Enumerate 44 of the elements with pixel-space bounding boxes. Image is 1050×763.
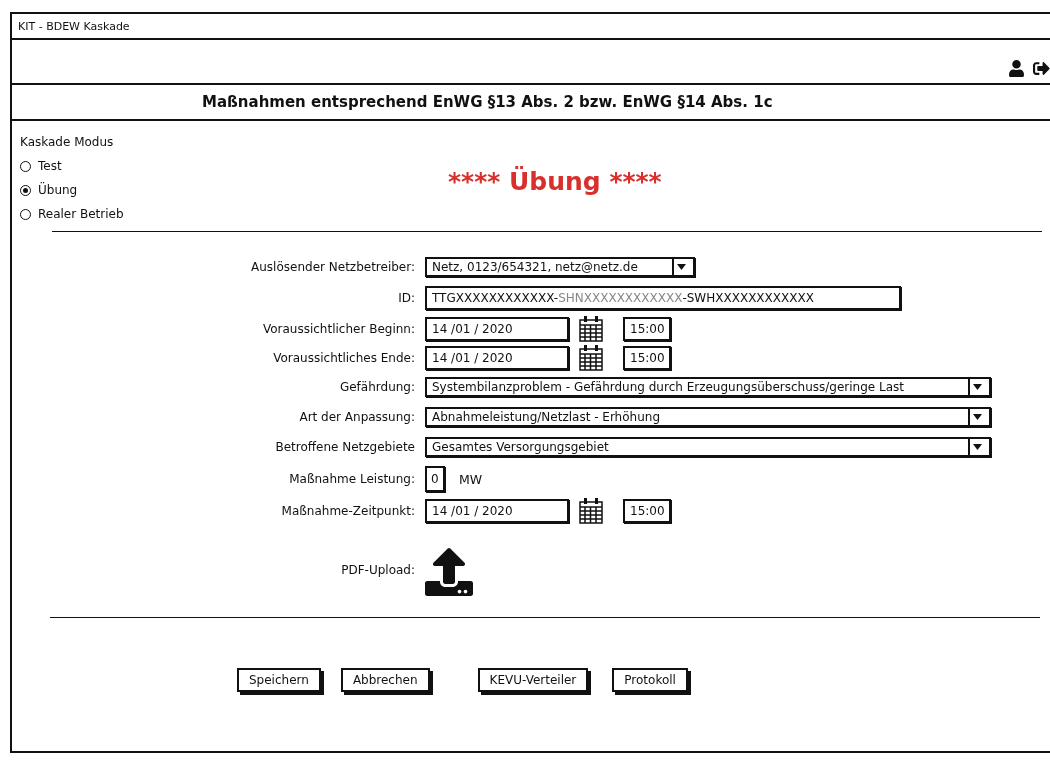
- time-field[interactable]: 15:00: [623, 498, 671, 523]
- sign-out-icon[interactable]: [1033, 60, 1050, 77]
- page-title: Maßnahmen entsprechend EnWG §13 Abs. 2 bzw. EnWG §14 Abs. 1c: [10, 83, 1050, 121]
- time-field[interactable]: 15:00: [623, 345, 671, 370]
- mode-title: **** Übung ****: [448, 167, 662, 198]
- radio-label[interactable]: Test: [38, 159, 62, 173]
- action-button[interactable]: KEVU-Verteiler: [477, 668, 589, 692]
- time-field[interactable]: 15:00: [623, 316, 671, 341]
- date-field[interactable]: 14 /01 / 2020: [425, 345, 569, 370]
- action-button[interactable]: Speichern: [237, 668, 321, 692]
- action-button[interactable]: Abbrechen: [340, 668, 430, 692]
- field-label: Art der Anpassung:: [298, 410, 416, 424]
- radio-label[interactable]: Realer Betrieb: [38, 207, 124, 221]
- radio-label[interactable]: Übung: [38, 183, 78, 197]
- caret-icon: [972, 444, 982, 450]
- number-field[interactable]: 0: [425, 466, 445, 492]
- id-field[interactable]: TTGXXXXXXXXXXXX-SHNXXXXXXXXXXXX-SWHXXXXXXXXXXXX: [425, 286, 901, 310]
- caret-icon: [676, 264, 686, 270]
- field-label: Voraussichtlicher Beginn:: [261, 321, 416, 336]
- field-label: PDF-Upload:: [340, 563, 416, 577]
- field-label: Maßnahme Leistung:: [288, 472, 416, 486]
- field-label: Gefährdung:: [338, 380, 416, 394]
- date-field[interactable]: 14 /01 / 2020: [425, 316, 569, 341]
- date-field[interactable]: 14 /01 / 2020: [425, 498, 569, 523]
- dropdown[interactable]: Abnahmeleistung/Netzlast - Erhöhung: [425, 407, 991, 427]
- dropdown[interactable]: Netz, 0123/654321, netz@netz.de: [425, 257, 695, 277]
- unit-label: MW: [459, 471, 483, 487]
- calendar-icon[interactable]: [579, 344, 603, 371]
- upload-icon[interactable]: [425, 548, 473, 596]
- user-icon[interactable]: [1008, 60, 1025, 77]
- field-label: Maßnahme-Zeitpunkt:: [280, 503, 416, 518]
- calendar-icon[interactable]: [579, 315, 603, 342]
- caret-icon: [972, 414, 982, 420]
- dropdown[interactable]: Gesamtes Versorgungsgebiet: [425, 437, 991, 457]
- field-label: Betroffene Netzgebiete: [274, 440, 416, 454]
- dropdown[interactable]: Systembilanzproblem - Gefährdung durch Erzeugungsüberschuss/geringe Last: [425, 377, 991, 397]
- action-button[interactable]: Protokoll: [612, 668, 688, 692]
- field-label: ID:: [397, 291, 416, 305]
- calendar-icon[interactable]: [579, 497, 603, 524]
- section-label: Kaskade Modus: [20, 135, 115, 149]
- field-label: Auslösender Netzbetreiber:: [250, 260, 416, 274]
- caret-icon: [972, 384, 982, 390]
- window-title: KIT - BDEW Kaskade: [10, 12, 1050, 38]
- field-label: Voraussichtliches Ende:: [272, 350, 416, 365]
